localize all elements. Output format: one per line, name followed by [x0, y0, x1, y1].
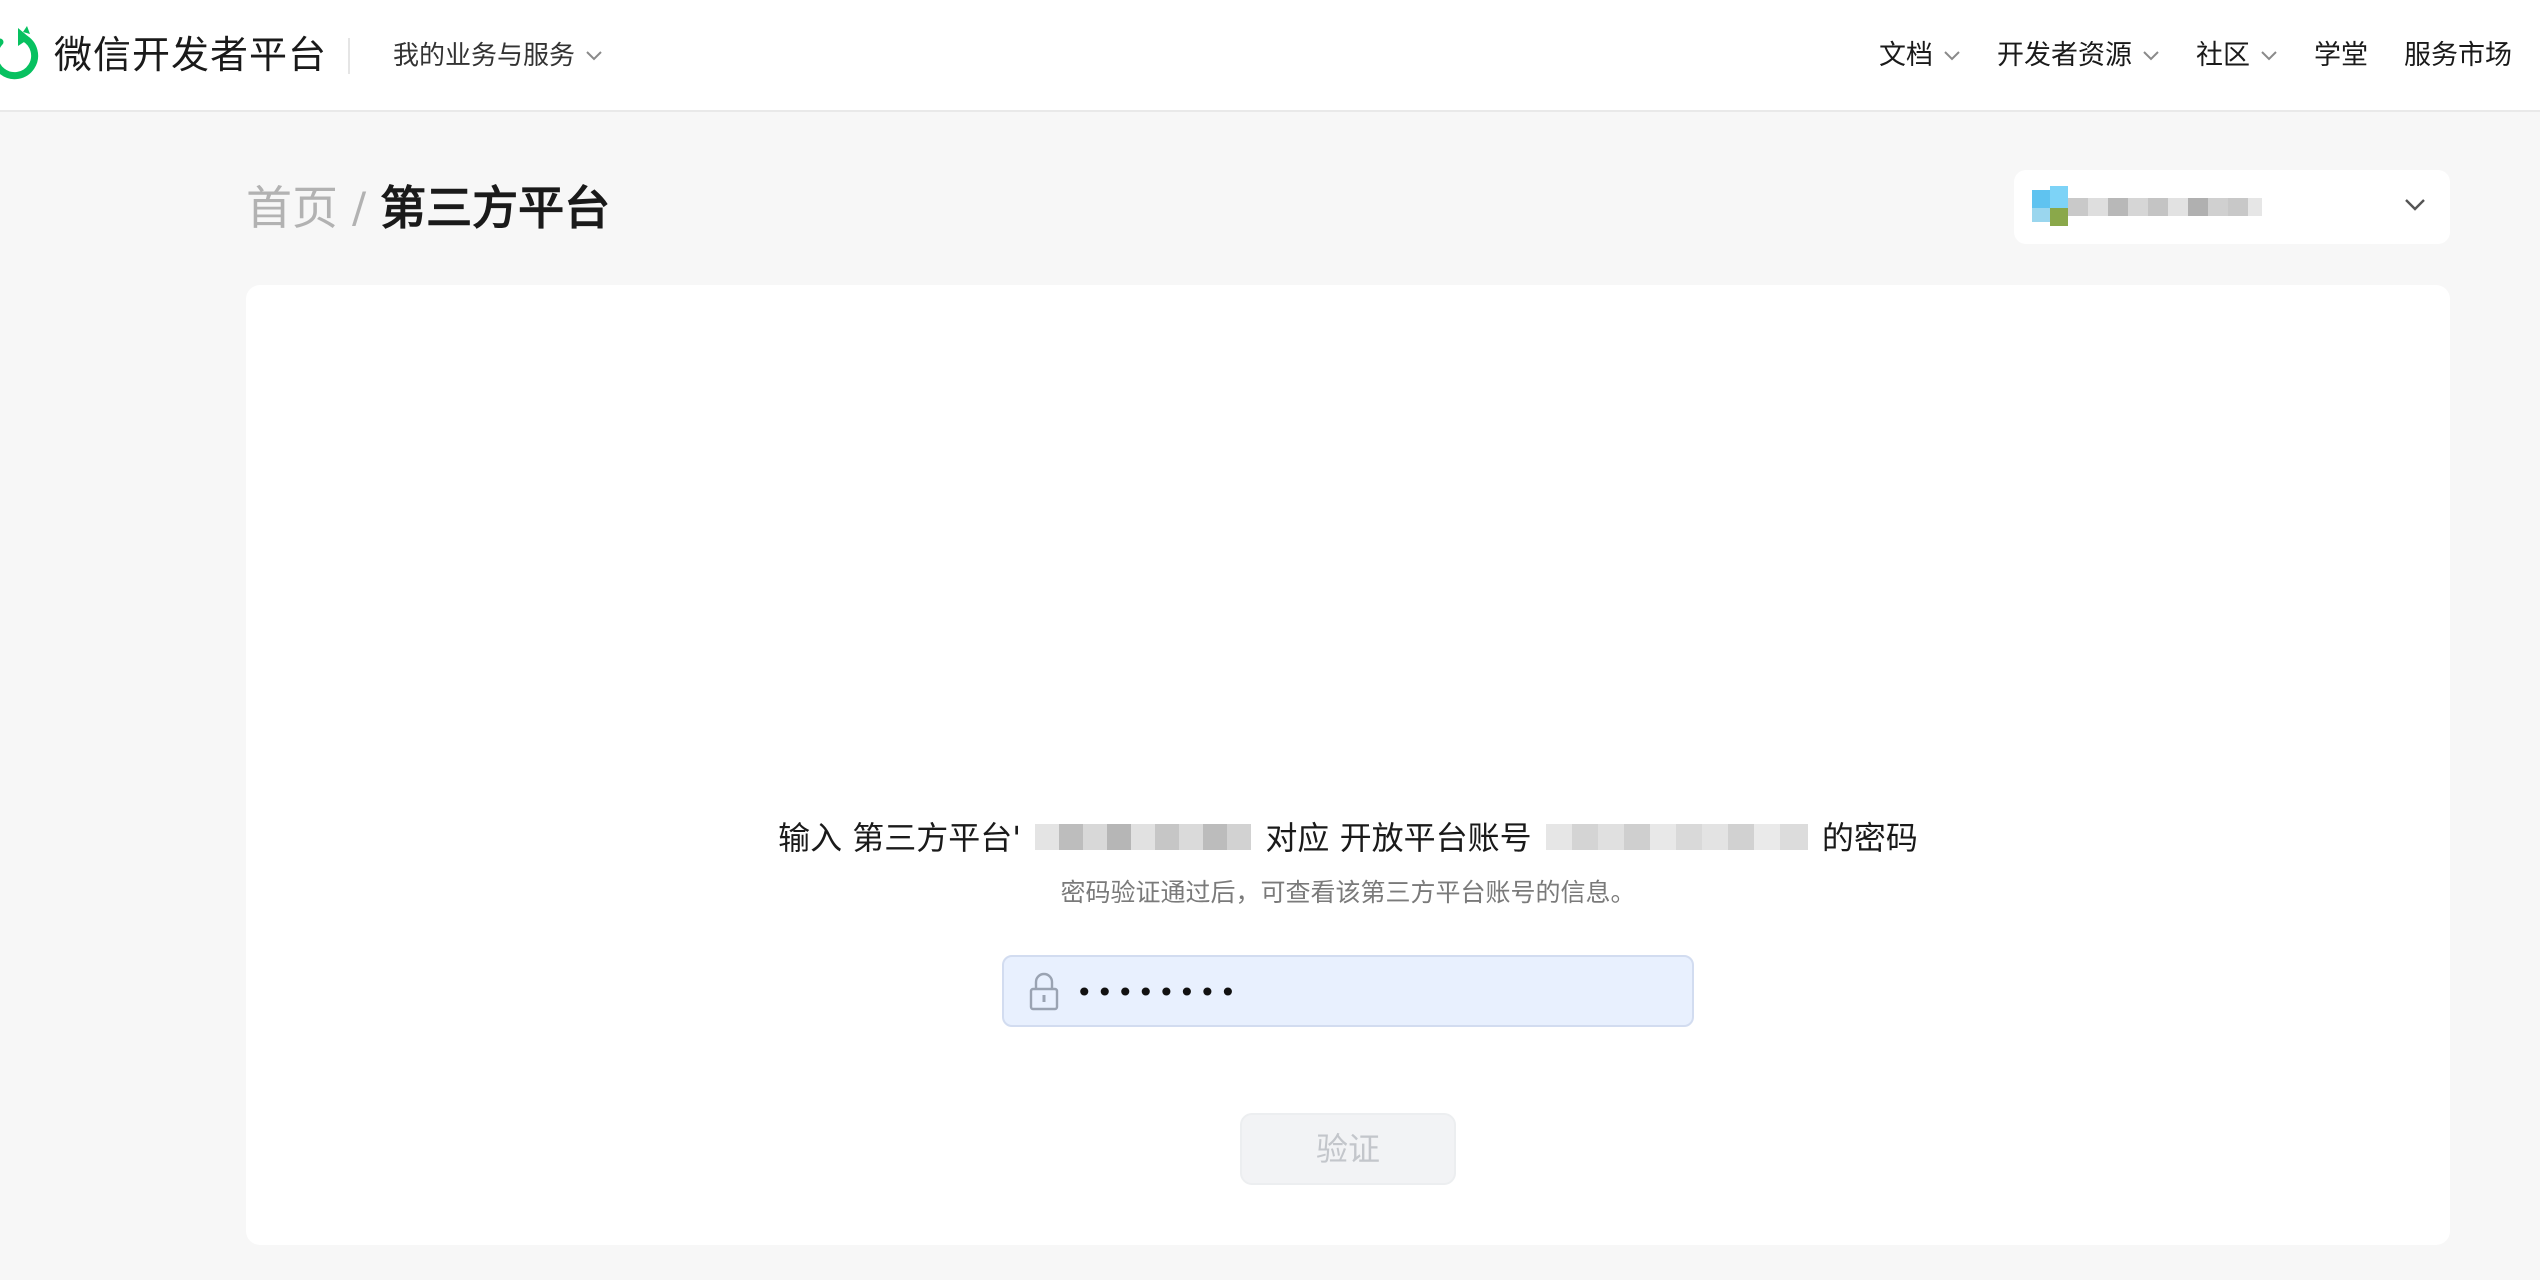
- nav-item-community-label: 社区: [2196, 40, 2250, 71]
- header-divider: [348, 38, 350, 74]
- chevron-down-icon: [2261, 51, 2277, 61]
- my-business-services-label: 我的业务与服务: [393, 41, 576, 71]
- breadcrumb-separator: /: [352, 183, 367, 232]
- wechat-developer-logo-icon[interactable]: [0, 26, 42, 82]
- password-field[interactable]: [1002, 955, 1694, 1027]
- nav-item-academy[interactable]: 学堂: [2314, 36, 2368, 76]
- prompt-middle: 对应 开放平台账号: [1265, 819, 1532, 857]
- nav-item-service-market-label: 服务市场: [2404, 40, 2512, 71]
- redacted-platform-name: [1035, 824, 1252, 850]
- lock-icon: [1029, 972, 1059, 1011]
- nav-item-docs-label: 文档: [1879, 40, 1933, 71]
- breadcrumb: 首页 / 第三方平台: [246, 178, 610, 238]
- account-selector-dropdown[interactable]: [2014, 170, 2450, 244]
- top-navigation-bar: 微信开发者平台 我的业务与服务 文档 开发者资源 社区 学堂 服务市场: [0, 0, 2540, 112]
- nav-item-community[interactable]: 社区: [2196, 36, 2278, 76]
- nav-item-docs[interactable]: 文档: [1879, 36, 1961, 76]
- nav-item-dev-resources[interactable]: 开发者资源: [1997, 36, 2160, 76]
- password-hint-subtitle: 密码验证通过后，可查看该第三方平台账号的信息。: [1060, 878, 1636, 907]
- chevron-down-icon: [2143, 51, 2159, 61]
- nav-item-service-market[interactable]: 服务市场: [2404, 36, 2512, 76]
- platform-brand-title[interactable]: 微信开发者平台: [54, 30, 327, 80]
- breadcrumb-current-page: 第三方平台: [380, 181, 611, 235]
- my-business-services-menu[interactable]: 我的业务与服务: [393, 36, 603, 76]
- verify-button[interactable]: 验证: [1240, 1113, 1456, 1185]
- prompt-suffix: 的密码: [1821, 819, 1918, 857]
- password-prompt: 输入 第三方平台' 对应 开放平台账号 的密码: [246, 815, 2450, 861]
- main-content-card: 输入 第三方平台' 对应 开放平台账号 的密码 密码验证通过后，可查看该第三方平…: [246, 285, 2450, 1245]
- breadcrumb-home-link[interactable]: 首页: [246, 178, 338, 238]
- nav-item-academy-label: 学堂: [2314, 40, 2368, 71]
- password-input[interactable]: [1076, 965, 1676, 1019]
- nav-item-dev-resources-label: 开发者资源: [1997, 40, 2132, 71]
- chevron-down-icon: [2405, 199, 2425, 211]
- redacted-account-id: [1545, 824, 1808, 850]
- account-avatar-pixelated: [2032, 186, 2262, 226]
- chevron-down-icon: [1944, 51, 1960, 61]
- top-nav: 文档 开发者资源 社区 学堂 服务市场: [1879, 36, 2512, 76]
- chevron-down-icon: [586, 51, 602, 61]
- prompt-prefix: 输入 第三方平台': [778, 819, 1022, 857]
